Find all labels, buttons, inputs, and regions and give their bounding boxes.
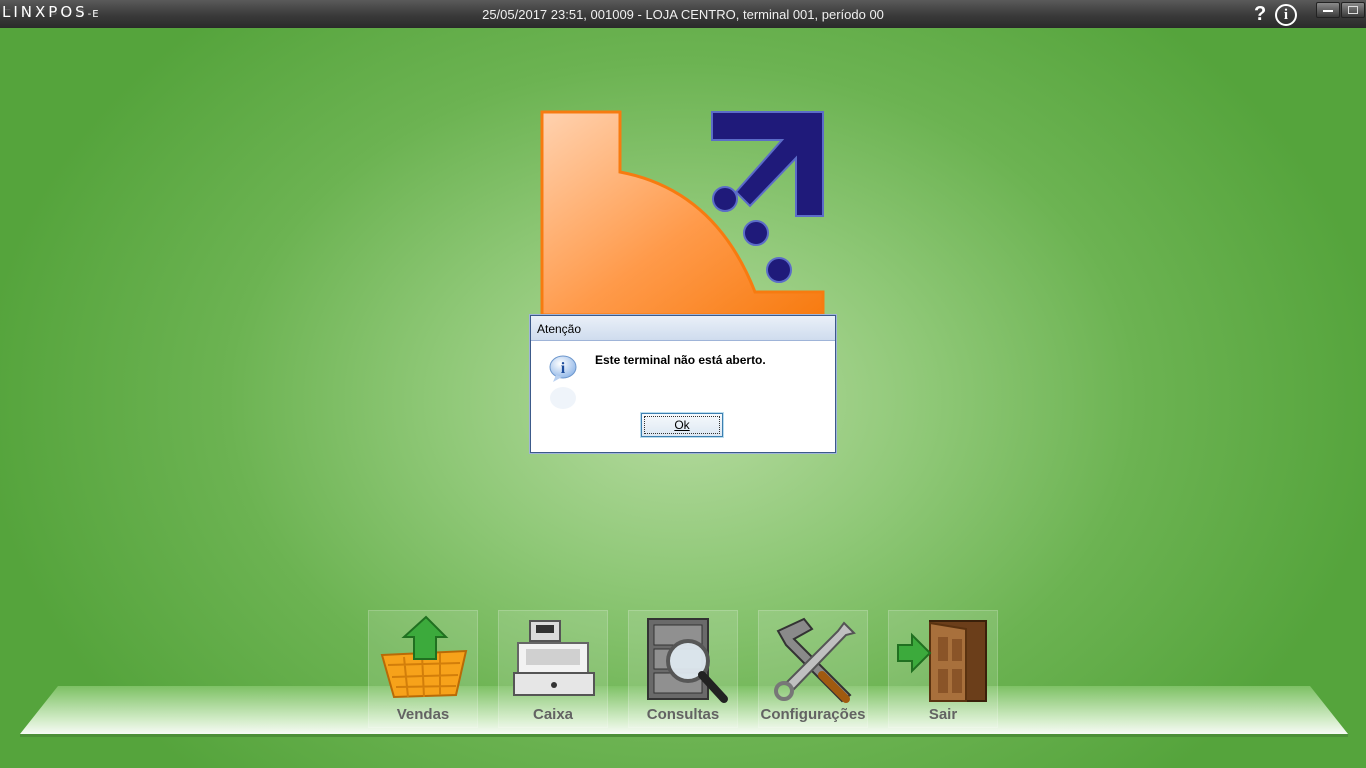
consultas-button[interactable]: Consultas bbox=[628, 610, 738, 728]
dialog-message: Este terminal não está aberto. bbox=[595, 353, 766, 367]
caixa-button[interactable]: Caixa bbox=[498, 610, 608, 728]
info-icon[interactable]: i bbox=[1275, 4, 1297, 26]
tools-icon bbox=[774, 617, 856, 703]
session-info: 25/05/2017 23:51, 001009 - LOJA CENTRO, … bbox=[482, 7, 884, 22]
exit-door-icon bbox=[897, 620, 987, 702]
help-icon[interactable]: ? bbox=[1254, 3, 1266, 26]
file-cabinet-search-icon bbox=[647, 618, 728, 703]
sair-label: Sair bbox=[928, 706, 958, 723]
configuracoes-label: Configurações bbox=[760, 706, 866, 723]
cash-register-icon bbox=[513, 620, 595, 696]
linx-logo bbox=[540, 110, 825, 317]
title-bar: LINXPOS-E LINXPOS 25/05/2017 23:51, 0010… bbox=[0, 0, 1366, 28]
svg-text:i: i bbox=[561, 360, 566, 377]
configuracoes-button[interactable]: Configurações bbox=[758, 610, 868, 728]
caixa-label: Caixa bbox=[532, 706, 574, 723]
maximize-button[interactable] bbox=[1341, 2, 1365, 18]
shopping-basket-icon bbox=[380, 615, 468, 699]
vendas-label: Vendas bbox=[396, 706, 450, 723]
vendas-button[interactable]: Vendas bbox=[368, 610, 478, 728]
ok-button[interactable]: Ok bbox=[641, 413, 723, 437]
consultas-label: Consultas bbox=[646, 706, 720, 723]
dialog-title: Atenção bbox=[531, 316, 835, 341]
attention-dialog: Atenção i Este terminal não está aberto.… bbox=[530, 315, 836, 453]
information-icon: i bbox=[549, 355, 577, 409]
minimize-button[interactable] bbox=[1316, 2, 1340, 18]
sair-button[interactable]: Sair bbox=[888, 610, 998, 728]
